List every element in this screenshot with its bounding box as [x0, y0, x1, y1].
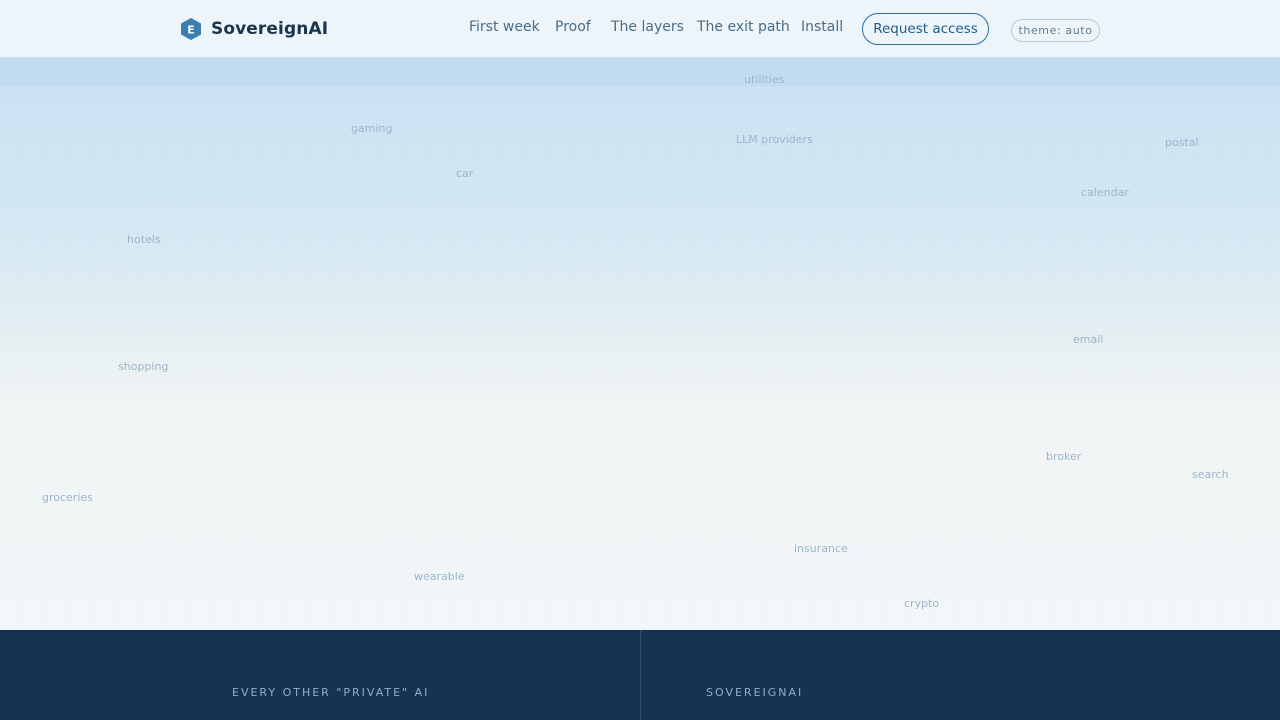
floating-word-groceries: groceries [42, 491, 93, 504]
comparison-right-heading: SOVEREIGNAI [706, 686, 804, 699]
floating-word-calendar: calendar [1081, 186, 1129, 199]
hexagon-logo-icon: E [181, 18, 201, 40]
nav-the-exit-path[interactable]: The exit path [697, 19, 790, 39]
hero-top-band [0, 58, 1280, 86]
comparison-divider [640, 630, 641, 720]
floating-word-insurance: insurance [794, 542, 848, 555]
request-access-button[interactable]: Request access [862, 13, 989, 45]
floating-word-utilities: utilities [744, 73, 785, 86]
logo-letter: E [187, 24, 195, 37]
theme-toggle-button[interactable]: theme: auto [1011, 19, 1100, 42]
floating-word-search: search [1192, 468, 1229, 481]
brand-link[interactable]: E SovereignAI [180, 17, 328, 41]
floating-word-llm-providers: LLM providers [736, 133, 813, 146]
hero-section: utilities gaming LLM providers postal ca… [0, 58, 1280, 630]
floating-word-wearable: wearable [414, 570, 465, 583]
brand-name: SovereignAI [211, 19, 329, 39]
nav-install[interactable]: Install [801, 19, 843, 39]
floating-word-postal: postal [1165, 136, 1199, 149]
floating-word-car: car [456, 167, 474, 180]
comparison-left-heading: EVERY OTHER "PRIVATE" AI [232, 686, 430, 699]
nav-the-layers[interactable]: The layers [611, 19, 684, 39]
floating-word-crypto: crypto [904, 597, 940, 610]
comparison-section: EVERY OTHER "PRIVATE" AI SOVEREIGNAI [0, 630, 1280, 720]
floating-word-shopping: shopping [118, 360, 169, 373]
floating-word-email: email [1073, 333, 1104, 346]
nav-first-week[interactable]: First week [469, 19, 540, 39]
top-navigation: E SovereignAI First week Proof The layer… [0, 0, 1280, 58]
nav-proof[interactable]: Proof [555, 19, 591, 39]
floating-word-broker: broker [1046, 450, 1082, 463]
floating-word-gaming: gaming [351, 122, 393, 135]
floating-word-hotels: hotels [127, 233, 161, 246]
